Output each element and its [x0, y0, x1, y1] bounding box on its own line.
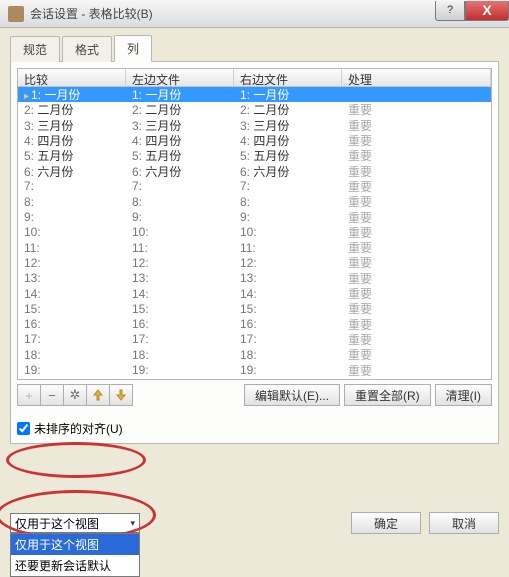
cancel-button[interactable]: 取消 — [429, 512, 499, 534]
apply-scope-selected: 仅用于这个视图 — [15, 515, 99, 532]
table-row[interactable]: 13: 13: 13: 重要 — [18, 271, 491, 286]
apply-scope-option-this-view[interactable]: 仅用于这个视图 — [11, 534, 139, 555]
table-body[interactable]: 1: 一月份1: 一月份1: 一月份2: 二月份2: 二月份2: 二月份重要3:… — [18, 87, 491, 380]
tab-format[interactable]: 格式 — [62, 36, 112, 62]
remove-button[interactable]: − — [40, 384, 64, 406]
table-row[interactable]: 6: 六月份6: 六月份6: 六月份重要 — [18, 163, 491, 178]
edit-default-button[interactable]: 编辑默认(E)... — [244, 384, 340, 406]
gear-icon: ✲ — [70, 387, 81, 403]
arrow-down-icon — [116, 389, 126, 401]
table-toolbar: + − ✲ 编辑默认(E)... 重置全部(R) 清理(I) — [17, 384, 492, 406]
table-row[interactable]: 11: 11: 11: 重要 — [18, 240, 491, 255]
apply-scope-option-update-default[interactable]: 还要更新会话默认 — [11, 555, 139, 576]
table-row[interactable]: 14: 14: 14: 重要 — [18, 286, 491, 301]
window-title: 会话设置 - 表格比较(B) — [30, 5, 153, 22]
table-header: 比较 左边文件 右边文件 处理 — [18, 69, 491, 87]
add-button[interactable]: + — [17, 384, 41, 406]
tab-spec[interactable]: 规范 — [10, 36, 60, 62]
unsorted-align-label[interactable]: 未排序的对齐(U) — [34, 420, 123, 437]
chevron-down-icon: ▾ — [130, 518, 135, 529]
table-row[interactable]: 9: 9: 9: 重要 — [18, 209, 491, 224]
unsorted-align-checkbox[interactable] — [17, 422, 30, 435]
table-row[interactable]: 3: 三月份3: 三月份3: 三月份重要 — [18, 118, 491, 133]
table-row[interactable]: 15: 15: 15: 重要 — [18, 301, 491, 316]
help-button[interactable]: ? — [435, 1, 465, 21]
table-row[interactable]: 4: 四月份4: 四月份4: 四月份重要 — [18, 133, 491, 148]
arrow-up-icon — [93, 389, 103, 401]
reset-all-button[interactable]: 重置全部(R) — [344, 384, 431, 406]
gear-button[interactable]: ✲ — [63, 384, 87, 406]
tab-strip: 规范 格式 列 — [10, 34, 499, 62]
col-right-header[interactable]: 右边文件 — [234, 69, 342, 86]
unsorted-align-row: 未排序的对齐(U) — [17, 420, 492, 437]
columns-table: 比较 左边文件 右边文件 处理 1: 一月份1: 一月份1: 一月份2: 二月份… — [17, 68, 492, 380]
tab-page-columns: 比较 左边文件 右边文件 处理 1: 一月份1: 一月份1: 一月份2: 二月份… — [10, 62, 499, 444]
dialog-footer: 仅用于这个视图 ▾ 仅用于这个视图 还要更新会话默认 确定 取消 — [10, 512, 499, 534]
table-row[interactable]: 12: 12: 12: 重要 — [18, 255, 491, 270]
title-bar: 会话设置 - 表格比较(B) ? X — [0, 0, 509, 28]
table-row[interactable]: 8: 8: 8: 重要 — [18, 194, 491, 209]
table-row[interactable]: 10: 10: 10: 重要 — [18, 225, 491, 240]
table-row[interactable]: 18: 18: 18: 重要 — [18, 347, 491, 362]
move-up-button[interactable] — [86, 384, 110, 406]
table-row[interactable]: 1: 一月份1: 一月份1: 一月份 — [18, 87, 491, 102]
col-handle-header[interactable]: 处理 — [342, 69, 491, 86]
col-left-header[interactable]: 左边文件 — [126, 69, 234, 86]
col-compare-header[interactable]: 比较 — [18, 69, 126, 86]
move-down-button[interactable] — [109, 384, 133, 406]
table-row[interactable]: 16: 16: 16: 重要 — [18, 316, 491, 331]
app-icon — [8, 6, 24, 22]
ok-button[interactable]: 确定 — [351, 512, 421, 534]
table-row[interactable]: 7: 7: 7: 重要 — [18, 179, 491, 194]
table-row[interactable]: 19: 19: 19: 重要 — [18, 362, 491, 377]
apply-scope-dropdown[interactable]: 仅用于这个视图 ▾ 仅用于这个视图 还要更新会话默认 — [10, 513, 140, 533]
close-button[interactable]: X — [465, 1, 509, 21]
tab-columns[interactable]: 列 — [114, 35, 152, 62]
table-row[interactable]: 17: 17: 17: 重要 — [18, 332, 491, 347]
table-row[interactable]: 2: 二月份2: 二月份2: 二月份重要 — [18, 102, 491, 117]
clear-button[interactable]: 清理(I) — [435, 384, 492, 406]
table-row[interactable]: 5: 五月份5: 五月份5: 五月份重要 — [18, 148, 491, 163]
